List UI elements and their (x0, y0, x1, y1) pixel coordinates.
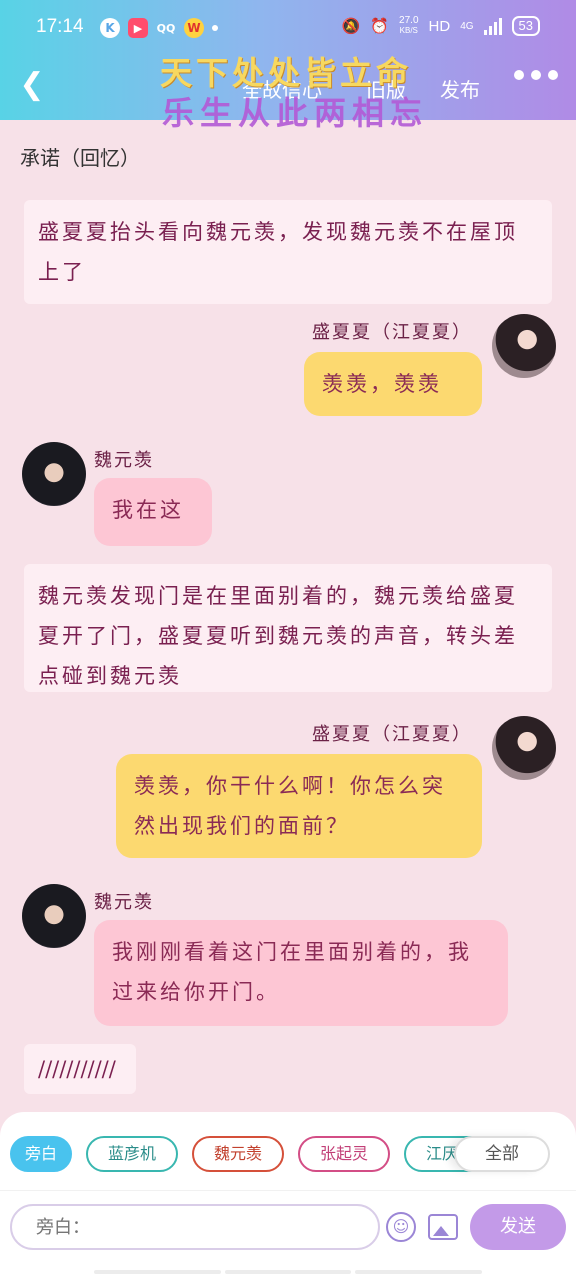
alarm-icon: ⏰ (370, 18, 390, 35)
send-button[interactable]: 发送 (470, 1204, 566, 1250)
narration-block: /////////// (24, 1044, 136, 1094)
message-input[interactable] (10, 1204, 380, 1250)
avatar[interactable] (22, 884, 86, 948)
role-chip-narration[interactable]: 旁白 (10, 1136, 72, 1172)
message-bubble: 我在这 (94, 478, 212, 546)
hd-label: HD (428, 17, 451, 35)
weibo-icon: W (184, 18, 204, 38)
avatar[interactable] (492, 716, 556, 780)
image-icon[interactable] (428, 1214, 458, 1240)
signal-icon (483, 17, 502, 35)
message-bubble: 羡羡，你干什么啊！你怎么突然出现我们的面前？ (116, 754, 482, 858)
role-chip[interactable]: 张起灵 (298, 1136, 390, 1172)
notification-dot-icon (212, 25, 218, 31)
top-header: 17:14 K ▶ QQ W 🔕 ⏰ 27.0 KB/S HD 4G 53 ❮ … (0, 0, 576, 132)
role-chip[interactable]: 魏元羡 (192, 1136, 284, 1172)
speaker-name: 盛夏夏（江夏夏） (312, 322, 472, 343)
qq-icon: QQ (156, 21, 176, 35)
tab-publish[interactable]: 发布 (440, 74, 480, 103)
message-bubble: 羡羡，羡羡 (304, 352, 482, 416)
net-speed-unit: KB/S (399, 26, 418, 35)
chapter-title: 承诺（回忆） (20, 146, 140, 170)
speaker-name: 魏元羡 (94, 892, 154, 913)
speaker-name: 魏元羡 (94, 450, 154, 471)
net-speed: 27.0 KB/S (399, 16, 418, 36)
more-options-icon[interactable] (514, 70, 558, 80)
divider (0, 1190, 576, 1191)
role-chip[interactable]: 蓝彦机 (86, 1136, 178, 1172)
all-roles-button[interactable]: 全部 (454, 1136, 550, 1172)
back-icon[interactable]: ❮ (14, 68, 50, 104)
battery-icon: 53 (511, 16, 540, 36)
chat-content[interactable]: 承诺（回忆） 盛夏夏抬头看向魏元羡，发现魏元羡不在屋顶上了 盛夏夏（江夏夏） 羡… (0, 120, 576, 1112)
avatar[interactable] (492, 314, 556, 378)
composer-panel: 旁白 蓝彦机 魏元羡 张起灵 江厌离 全部 ☺ 发送 (0, 1112, 576, 1280)
avatar[interactable] (22, 442, 86, 506)
status-app-icons: K ▶ QQ W (100, 18, 218, 38)
message-bubble: 我刚刚看着这门在里面别着的，我过来给你开门。 (94, 920, 508, 1026)
narration-block: 魏元羡发现门是在里面别着的，魏元羡给盛夏夏开了门，盛夏夏听到魏元羡的声音，转头差… (24, 564, 552, 692)
network-label: 4G (460, 20, 474, 32)
status-indicators: 🔕 ⏰ 27.0 KB/S HD 4G 53 (342, 16, 540, 36)
emoji-icon[interactable]: ☺ (386, 1212, 416, 1242)
gesture-bar (0, 1270, 576, 1280)
video-app-icon: ▶ (128, 18, 148, 38)
status-time: 17:14 (36, 16, 84, 37)
net-speed-value: 27.0 (399, 15, 419, 26)
k-app-icon: K (100, 18, 120, 38)
speaker-name: 盛夏夏（江夏夏） (312, 724, 472, 745)
mute-icon: 🔕 (341, 18, 361, 35)
narration-block: 盛夏夏抬头看向魏元羡，发现魏元羡不在屋顶上了 (24, 200, 552, 304)
